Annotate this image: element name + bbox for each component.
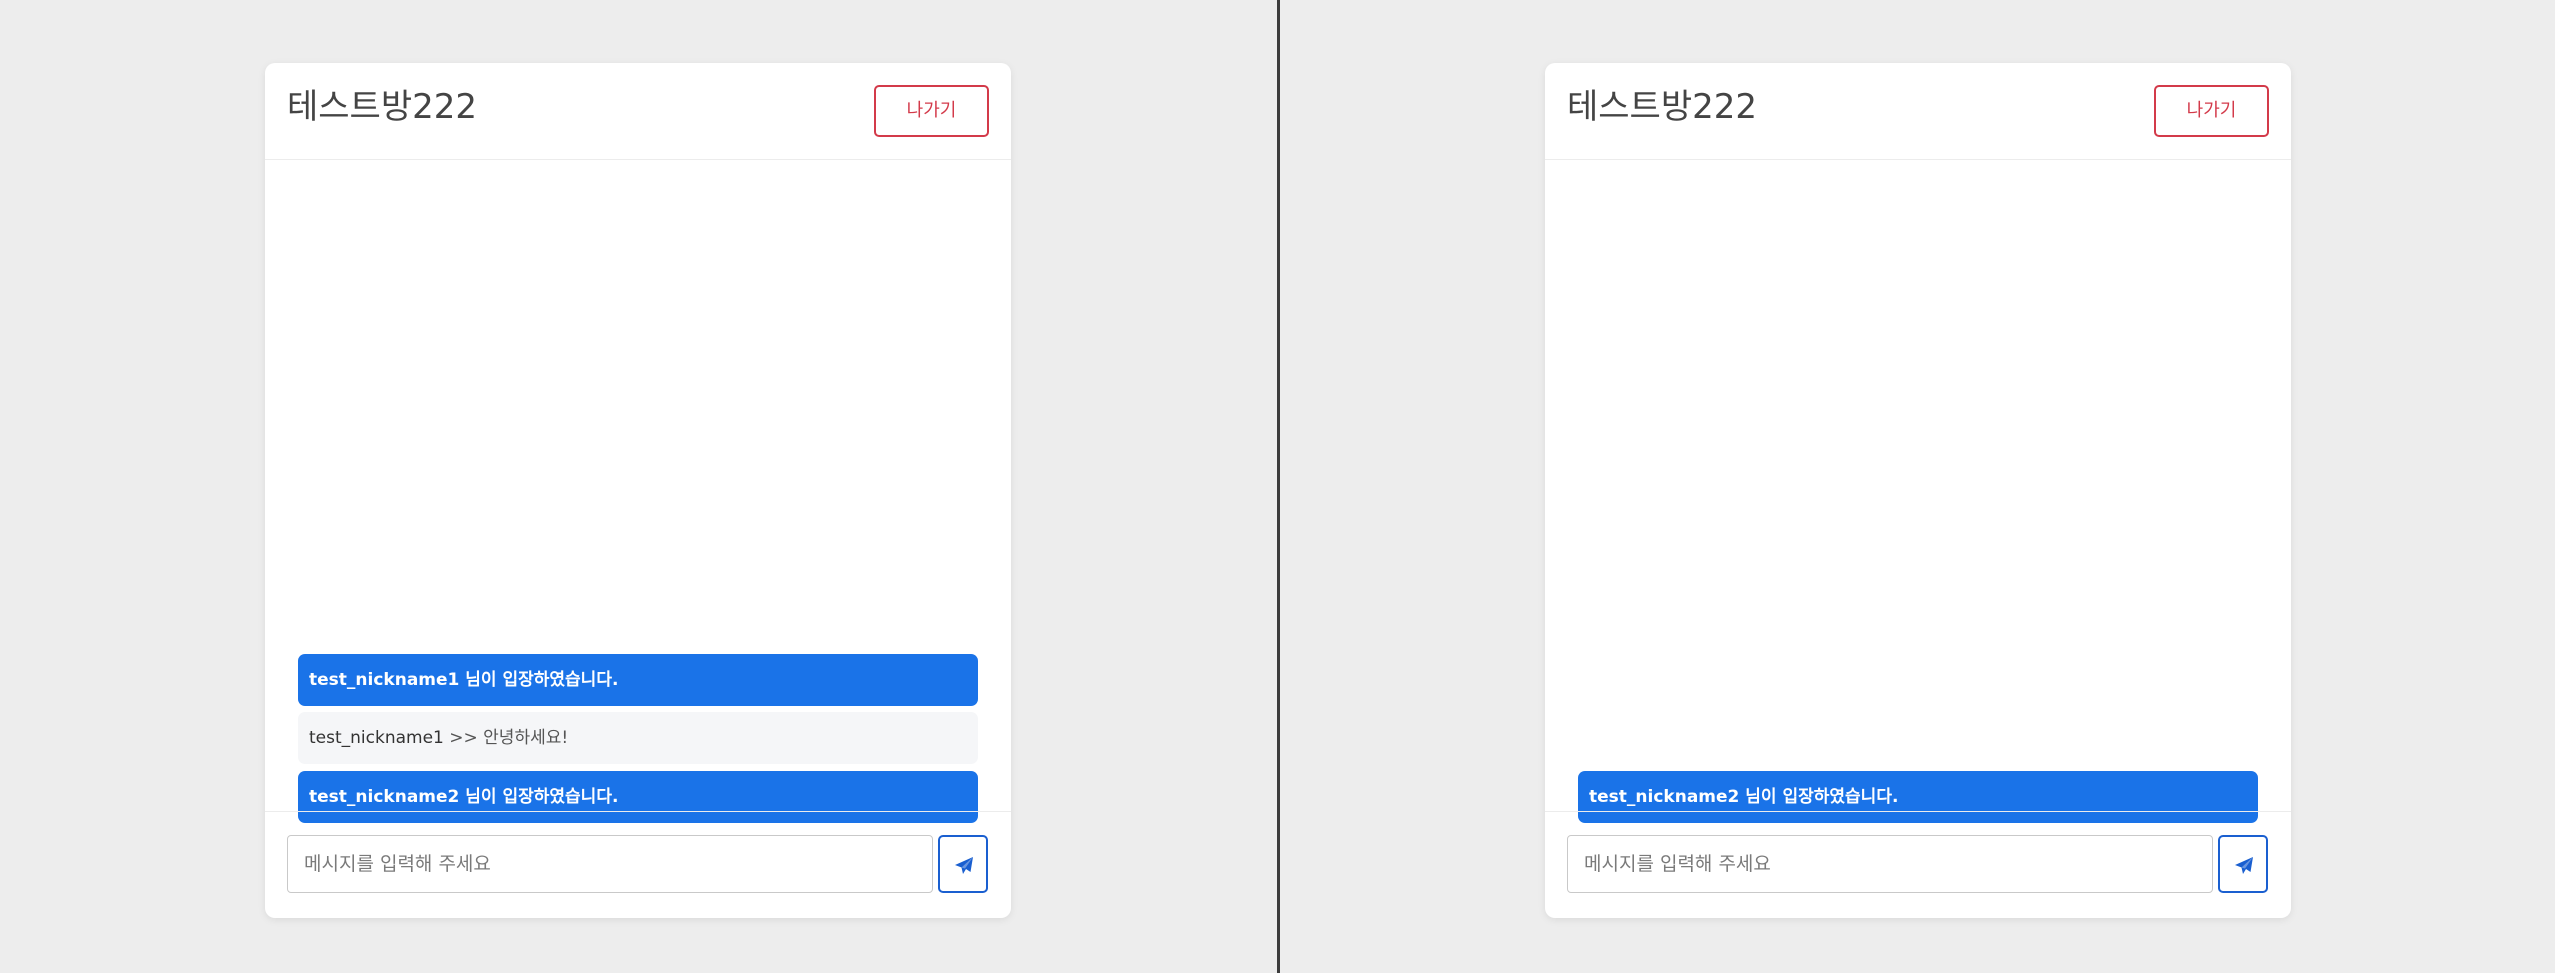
message-separator: >> [443,728,484,748]
leave-button[interactable]: 나가기 [874,85,989,137]
room-title: 테스트방222 [1567,87,1758,127]
message-input[interactable] [1567,835,2213,893]
chat-message: test_nickname1 >> 안녕하세요! [298,712,978,764]
message-text: 안녕하세요! [483,728,569,748]
paper-plane-icon [2235,857,2253,874]
system-message: test_nickname1 님이 입장하였습니다. [298,654,978,706]
message-list[interactable]: test_nickname2 님이 입장하였습니다. [1545,160,2291,875]
chat-room-card: 테스트방222 나가기 test_nickname1 님이 입장하였습니다. t… [265,63,1011,918]
right-window: 테스트방222 나가기 test_nickname2 님이 입장하였습니다. [1280,0,2555,973]
chat-room-header: 테스트방222 나가기 [265,63,1011,160]
message-nickname: test_nickname1 [309,728,444,748]
screen: 테스트방222 나가기 test_nickname1 님이 입장하였습니다. t… [0,0,2555,973]
send-button[interactable] [2218,835,2268,893]
send-button[interactable] [938,835,988,893]
paper-plane-icon [955,857,973,874]
message-composer [1545,811,2291,918]
room-title: 테스트방222 [287,87,478,127]
message-composer [265,811,1011,918]
message-input[interactable] [287,835,933,893]
chat-room-header: 테스트방222 나가기 [1545,63,2291,160]
leave-button[interactable]: 나가기 [2154,85,2269,137]
message-list[interactable]: test_nickname1 님이 입장하였습니다. test_nickname… [265,160,1011,875]
left-window: 테스트방222 나가기 test_nickname1 님이 입장하였습니다. t… [0,0,1277,973]
chat-room-card: 테스트방222 나가기 test_nickname2 님이 입장하였습니다. [1545,63,2291,918]
